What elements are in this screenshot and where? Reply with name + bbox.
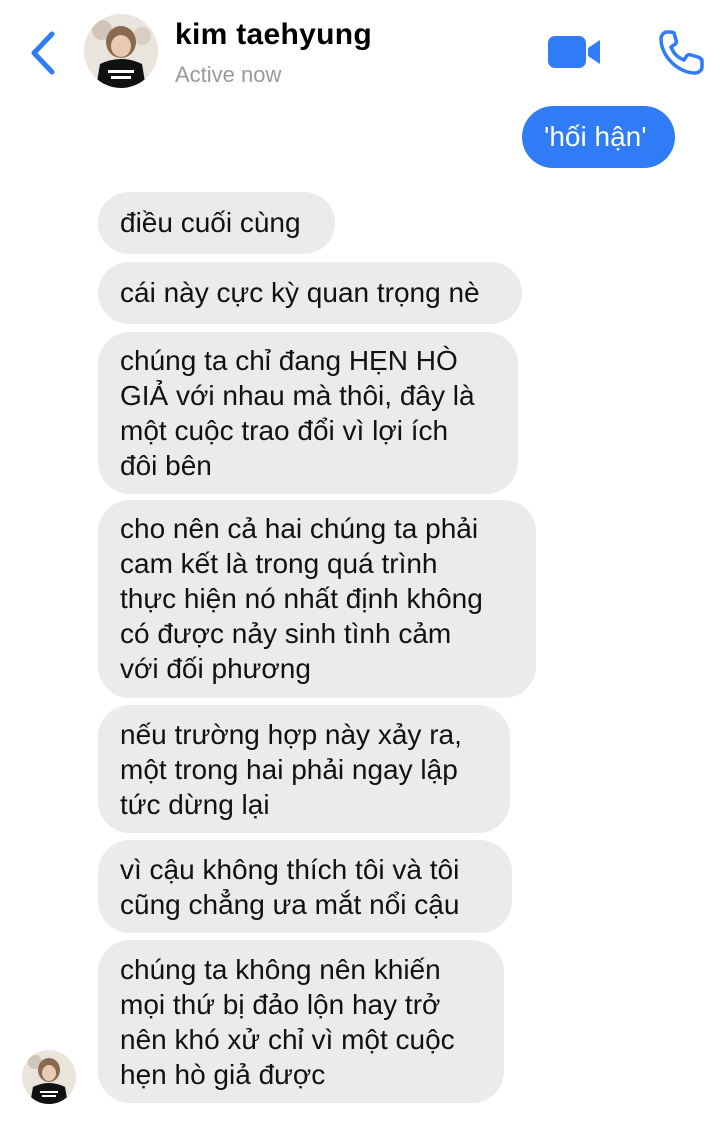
message-text: mọi thứ bị đảo lộn hay trở bbox=[120, 989, 441, 1020]
message-text: cam kết là trong quá trình bbox=[120, 548, 438, 579]
message-text: với đối phương bbox=[120, 653, 311, 684]
message-text: vì cậu không thích tôi và tôi bbox=[120, 854, 460, 885]
received-message-bubble[interactable]: cho nên cả hai chúng ta phải cam kết là … bbox=[98, 500, 536, 698]
message-text: 'hối hận' bbox=[544, 121, 647, 152]
voice-call-button[interactable] bbox=[658, 28, 706, 76]
received-message-bubble[interactable]: cái này cực kỳ quan trọng nè bbox=[98, 262, 522, 324]
video-camera-icon bbox=[548, 36, 600, 68]
message-text: cái này cực kỳ quan trọng nè bbox=[120, 277, 480, 308]
message-text: cũng chẳng ưa mắt nổi cậu bbox=[120, 889, 460, 920]
message-text: nên khó xử chỉ vì một cuộc bbox=[120, 1024, 455, 1055]
video-call-button[interactable] bbox=[546, 33, 602, 71]
avatar-photo bbox=[84, 14, 158, 88]
message-text: hẹn hò giả được bbox=[120, 1059, 326, 1090]
received-message-bubble[interactable]: vì cậu không thích tôi và tôi cũng chẳng… bbox=[98, 840, 512, 933]
contact-avatar[interactable] bbox=[84, 14, 158, 88]
active-status: Active now bbox=[175, 62, 282, 87]
received-message-bubble[interactable]: điều cuối cùng bbox=[98, 192, 335, 254]
message-text: nếu trường hợp này xảy ra, bbox=[120, 719, 462, 750]
sender-avatar[interactable] bbox=[22, 1050, 76, 1104]
message-text: có được nảy sinh tình cảm bbox=[120, 618, 452, 649]
message-text: tức dừng lại bbox=[120, 789, 270, 820]
chat-header: kim taehyung Active now bbox=[0, 0, 720, 100]
message-text: chúng ta chỉ đang HẸN HÒ bbox=[120, 345, 458, 376]
received-message-bubble[interactable]: chúng ta chỉ đang HẸN HÒ GIẢ với nhau mà… bbox=[98, 332, 518, 494]
phone-icon bbox=[659, 30, 704, 75]
message-text: chúng ta không nên khiến bbox=[120, 954, 441, 985]
chevron-left-icon bbox=[31, 31, 55, 75]
message-text: GIẢ với nhau mà thôi, đây là bbox=[120, 380, 475, 411]
contact-name[interactable]: kim taehyung bbox=[175, 18, 372, 52]
message-text: cho nên cả hai chúng ta phải bbox=[120, 513, 479, 544]
message-text: một cuộc trao đổi vì lợi ích bbox=[120, 415, 449, 446]
back-button[interactable] bbox=[24, 28, 64, 78]
received-message-bubble[interactable]: chúng ta không nên khiến mọi thứ bị đảo … bbox=[98, 940, 504, 1103]
message-text: đôi bên bbox=[120, 450, 212, 481]
message-text: điều cuối cùng bbox=[120, 207, 301, 238]
sent-message-bubble[interactable]: 'hối hận' bbox=[522, 106, 675, 168]
message-text: thực hiện nó nhất định không bbox=[120, 583, 483, 614]
message-text: một trong hai phải ngay lập bbox=[120, 754, 458, 785]
received-message-bubble[interactable]: nếu trường hợp này xảy ra, một trong hai… bbox=[98, 705, 510, 833]
avatar-photo bbox=[22, 1050, 76, 1104]
